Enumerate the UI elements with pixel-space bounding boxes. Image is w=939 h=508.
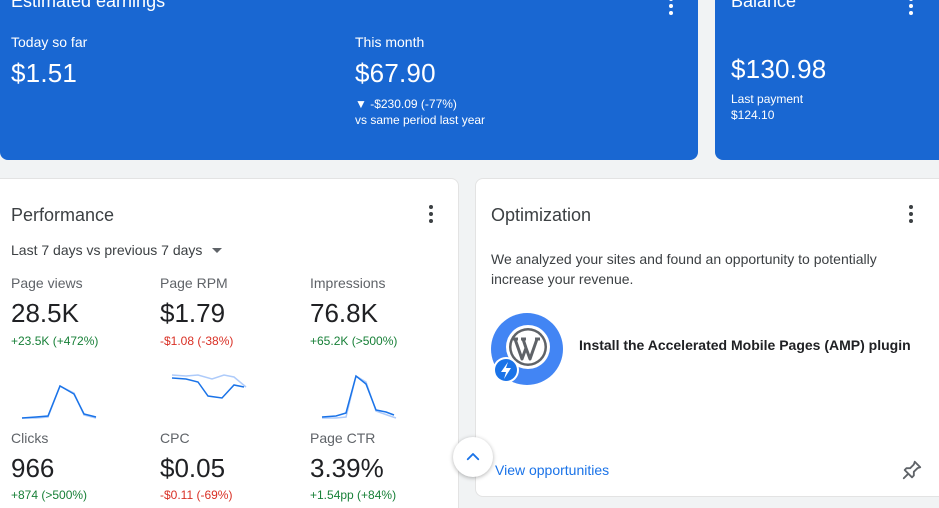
optimization-card: Optimization We analyzed your sites and …: [475, 178, 939, 497]
metric-delta: +65.2K (>500%): [310, 334, 398, 348]
metric-value: 966: [11, 453, 55, 483]
impressions-sparkline: [321, 374, 397, 419]
earnings-more-icon[interactable]: [661, 0, 681, 16]
wordpress-amp-icon: [491, 313, 563, 385]
metric-label: CPC: [160, 430, 190, 446]
month-value: $67.90: [355, 58, 436, 88]
metric-value: $0.05: [160, 453, 226, 483]
page-views-sparkline: [21, 384, 97, 419]
estimated-earnings-card: Estimated earnings Today so far $1.51 Th…: [0, 0, 698, 160]
metric-label: Page views: [11, 275, 83, 291]
optimization-description: We analyzed your sites and found an oppo…: [491, 251, 877, 287]
metric-value: 76.8K: [310, 298, 378, 328]
metric-delta: +874 (>500%): [11, 488, 88, 502]
page-rpm-sparkline: [171, 374, 247, 399]
metric-delta: +23.5K (+472%): [11, 334, 99, 348]
metric-value: 28.5K: [11, 298, 79, 328]
metric-label: Page CTR: [310, 430, 376, 446]
metric-label: Impressions: [310, 275, 386, 291]
month-label: This month: [355, 34, 425, 50]
chevron-down-icon: [212, 247, 223, 253]
date-range-dropdown[interactable]: Last 7 days vs previous 7 days: [11, 242, 223, 258]
date-range-label: Last 7 days vs previous 7 days: [11, 242, 203, 258]
optimization-more-icon[interactable]: [901, 204, 921, 224]
metric-label: Page RPM: [160, 275, 228, 291]
view-opportunities-link[interactable]: View opportunities: [495, 462, 609, 478]
performance-more-icon[interactable]: [421, 204, 441, 224]
today-label: Today so far: [11, 34, 88, 50]
pin-icon[interactable]: [901, 459, 923, 481]
metric-label: Clicks: [11, 430, 49, 446]
last-payment-value: $124.10: [731, 108, 775, 122]
metric-delta: +1.54pp (+84%): [310, 488, 397, 502]
metric-value: $1.79: [160, 298, 226, 328]
balance-card: Balance $130.98 Last payment $124.10: [715, 0, 939, 160]
earnings-title: Estimated earnings: [11, 0, 166, 11]
balance-title: Balance: [731, 0, 797, 11]
optimization-title: Optimization: [491, 205, 592, 225]
balance-value: $130.98: [731, 54, 827, 84]
performance-card: Performance Last 7 days vs previous 7 da…: [0, 178, 459, 508]
chevron-up-icon: [466, 453, 480, 461]
performance-title: Performance: [11, 205, 115, 225]
balance-more-icon[interactable]: [901, 0, 921, 16]
metric-value: 3.39%: [310, 453, 384, 483]
metric-delta: -$1.08 (-38%): [160, 334, 234, 348]
month-compare: vs same period last year: [355, 113, 486, 127]
metric-delta: -$0.11 (-69%): [160, 488, 233, 502]
amp-plugin-title[interactable]: Install the Accelerated Mobile Pages (AM…: [579, 337, 911, 353]
today-value: $1.51: [11, 58, 78, 88]
month-delta: ▼ -$230.09 (-77%): [355, 97, 457, 111]
last-payment-label: Last payment: [731, 92, 804, 106]
scroll-to-top-button[interactable]: [453, 437, 493, 477]
